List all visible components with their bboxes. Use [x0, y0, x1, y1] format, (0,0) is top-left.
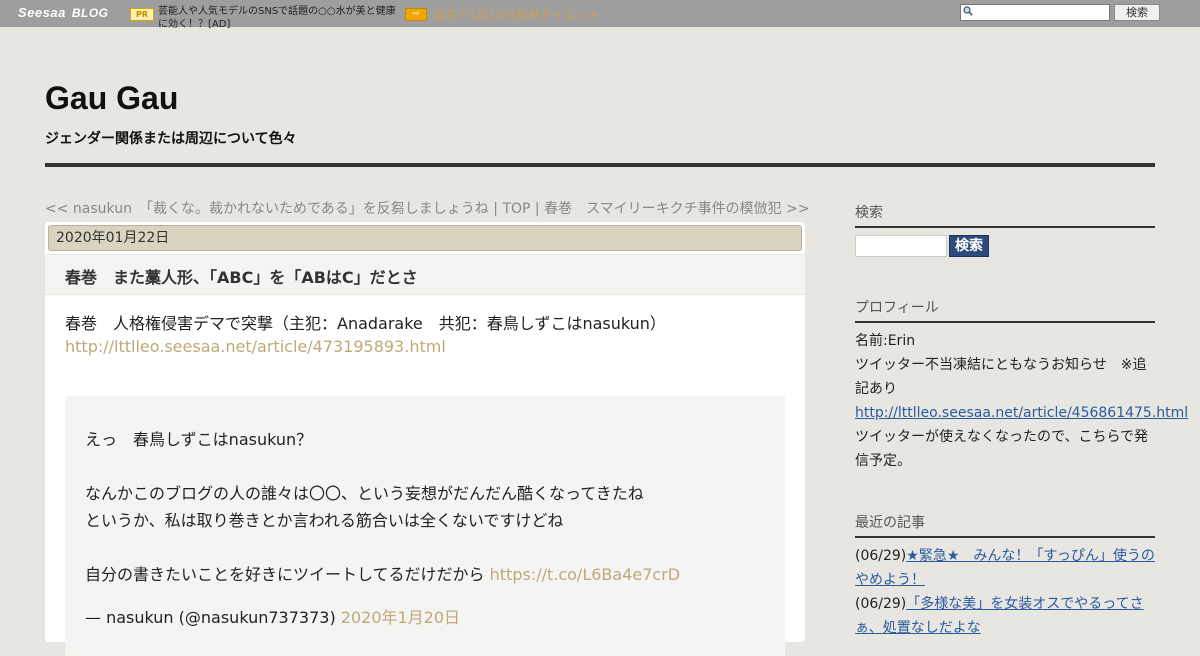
- ad-link-1[interactable]: 芸能人や人気モデルのSNSで話題の○○水が美と健康に効く！？[AD]: [158, 5, 398, 31]
- ad-link-2[interactable]: 自宅で1回10分簡単ダイエット: [433, 6, 600, 23]
- tweet-date-link[interactable]: 2020年1月20日: [341, 608, 460, 627]
- article-nav: << nasukun 「裁くな。裁かれないためである」を反芻しましょうね | T…: [45, 198, 810, 218]
- tweet-attribution: — nasukun (@nasukun737373) 2020年1月20日: [85, 604, 460, 628]
- header-divider: [45, 163, 1155, 167]
- profile-link[interactable]: http://lttlleo.seesaa.net/article/456861…: [855, 405, 1188, 421]
- profile-name: 名前:Erin: [855, 333, 916, 349]
- article-title[interactable]: 春巻 また藁人形、「ABC」を「ABはC」だとさ: [65, 264, 418, 288]
- article-link[interactable]: http://lttlleo.seesaa.net/article/473195…: [65, 337, 446, 356]
- recent-item-date: (06/29): [855, 548, 907, 564]
- embedded-tweet: えっ 春鳥しずこはnasukun？ なんかこのブログの人の誰々は〇〇、という妄想…: [65, 396, 785, 656]
- search-icon: [963, 6, 973, 16]
- article-text: 春巻 人格権侵害デマで突撃（主犯：Anadarake 共犯：春鳥しずこはnasu…: [65, 314, 666, 333]
- tweet-text: 自分の書きたいことを好きにツイートしてるだけだから: [85, 565, 485, 584]
- prev-article-link[interactable]: << nasukun 「裁くな。裁かれないためである」を反芻しましょうね: [45, 201, 489, 217]
- pr-badge: PR: [130, 8, 154, 21]
- seesaa-blog-logo[interactable]: Seesaa BLOG: [18, 5, 109, 20]
- recent-articles-list: (06/29)★緊急★ みんな！「すっぴん」使うのやめよう！ (06/29)「多…: [855, 544, 1155, 640]
- sidebar-search-button[interactable]: 検索: [949, 235, 989, 257]
- list-item: (06/29)「多様な美」を女装オスでやるってさぁ、処置なしだよな: [855, 592, 1155, 640]
- sidebar-search-input[interactable]: [855, 235, 947, 257]
- sidebar-search-heading: 検索: [855, 202, 1155, 228]
- next-article-link[interactable]: 春巻 スマイリーキクチ事件の模倣犯 >>: [544, 201, 810, 217]
- blog-description: ジェンダー関係または周辺について色々: [45, 131, 297, 147]
- tweet-text-line: というか、私は取り巻きとか言われる筋合いは全くないですけどね: [85, 511, 564, 530]
- sidebar-recent-heading: 最近の記事: [855, 512, 1155, 538]
- list-item: (06/29)★緊急★ みんな！「すっぴん」使うのやめよう！: [855, 544, 1155, 592]
- article-date: 2020年01月22日: [48, 225, 802, 251]
- tweet-text-line: 自分の書きたいことを好きにツイートしてるだけだから https://t.co/L…: [85, 561, 680, 585]
- sidebar-profile: 名前:Erin ツイッター不当凍結にともなうお知らせ ※追記あり http://…: [855, 329, 1188, 473]
- tweet-text-line: えっ 春鳥しずこはnasukun？: [85, 430, 313, 449]
- top-link[interactable]: TOP: [502, 201, 530, 217]
- tweet-short-link[interactable]: https://t.co/L6Ba4e7crD: [490, 565, 680, 584]
- seesaa-topbar: Seesaa BLOG PR 芸能人や人気モデルのSNSで話題の○○水が美と健康に…: [0, 0, 1200, 30]
- sidebar-profile-heading: プロフィール: [855, 297, 1155, 323]
- top-search-input[interactable]: [960, 4, 1110, 21]
- nav-separator: |: [488, 201, 503, 217]
- profile-note: ツイッター不当凍結にともなうお知らせ ※追記あり: [855, 357, 1147, 397]
- logo-main-text: Seesaa: [18, 5, 66, 20]
- top-search-button[interactable]: 検索: [1114, 4, 1160, 21]
- article: 2020年01月22日 春巻 また藁人形、「ABC」を「ABはC」だとさ 春巻 …: [45, 222, 805, 656]
- recent-item-date: (06/29): [855, 596, 907, 612]
- profile-note-2: ツイッターが使えなくなったので、こちらで発信予定。: [855, 429, 1149, 469]
- arrow-right-icon: ⇨: [405, 8, 427, 21]
- nav-separator: |: [530, 201, 545, 217]
- logo-blog-text: BLOG: [71, 6, 109, 20]
- tweet-author: — nasukun (@nasukun737373): [85, 608, 336, 627]
- blog-title[interactable]: Gau Gau: [45, 80, 178, 117]
- article-title-bar: 春巻 また藁人形、「ABC」を「ABはC」だとさ: [45, 254, 805, 295]
- tweet-text-line: なんかこのブログの人の誰々は〇〇、という妄想がだんだん酷くなってきたね: [85, 484, 644, 503]
